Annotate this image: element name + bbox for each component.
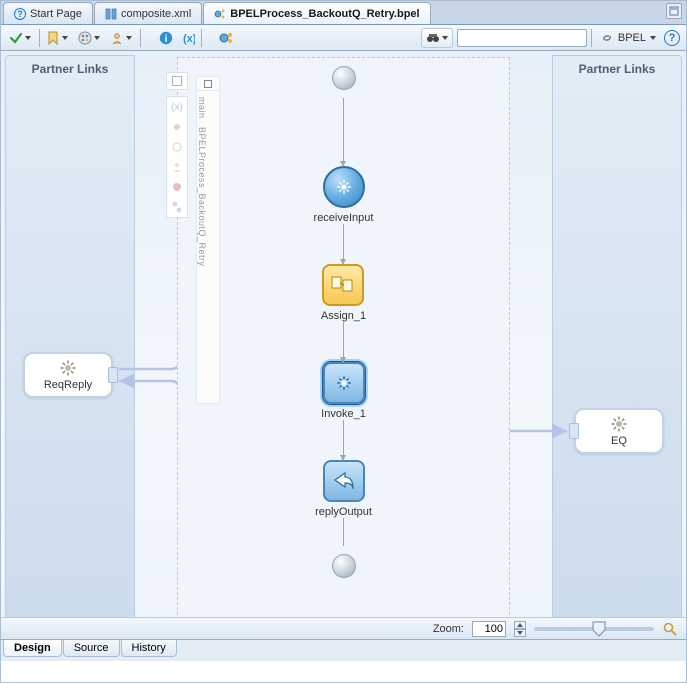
file-tabbar: ? Start Page composite.xml BPELProcess_B… — [1, 1, 686, 25]
user-button[interactable] — [108, 29, 126, 47]
tab-label: History — [132, 642, 166, 654]
zoom-step-down[interactable] — [514, 629, 526, 637]
invoke-icon — [335, 374, 353, 392]
zoom-spinner — [514, 621, 526, 637]
collapse-icon — [172, 76, 182, 86]
monitor-button[interactable] — [218, 29, 236, 47]
activity-label: replyOutput — [315, 506, 372, 518]
toolbar-separator — [201, 29, 202, 47]
tab-label: Design — [14, 642, 51, 654]
connector — [343, 224, 344, 264]
tab-label: BPELProcess_BackoutQ_Retry.bpel — [230, 8, 419, 20]
tab-label: Start Page — [30, 8, 82, 20]
view-tab-history[interactable]: History — [121, 640, 177, 657]
activity-replyoutput[interactable]: replyOutput — [315, 460, 372, 518]
zoom-label: Zoom: — [433, 623, 464, 635]
zoom-step-up[interactable] — [514, 621, 526, 629]
link-icon — [600, 31, 614, 45]
swimlane: main BPELProcess_BackoutQ_Retry — [196, 76, 220, 404]
toolbar-separator — [140, 29, 141, 47]
svg-text:i: i — [165, 34, 168, 45]
connector — [343, 322, 344, 362]
zoom-fit-button[interactable] — [662, 621, 678, 637]
var-icon: (x) — [170, 100, 184, 114]
bpel-version-dropdown[interactable]: BPEL — [596, 31, 660, 45]
end-node[interactable] — [332, 554, 356, 578]
palette-button[interactable] — [76, 29, 94, 47]
tabbar-menu-button[interactable] — [666, 3, 682, 19]
sequence-container[interactable]: (x) main BPELProcess_BackoutQ_Retry — [177, 57, 510, 625]
port-handle[interactable] — [108, 367, 118, 383]
partner-links-right-panel: Partner Links — [552, 55, 682, 635]
panel-title: Partner Links — [6, 56, 134, 76]
event-icon — [170, 140, 184, 154]
tab-startpage[interactable]: ? Start Page — [3, 2, 93, 24]
partnerlink-label: ReqReply — [44, 379, 92, 391]
reply-icon — [331, 470, 357, 492]
collapse-toggle[interactable] — [166, 72, 188, 90]
gear-icon — [610, 415, 628, 433]
zoom-input[interactable] — [472, 621, 506, 637]
activity-label: Assign_1 — [321, 310, 366, 322]
process-scope: (x) main BPELProcess_BackoutQ_Retry — [147, 57, 540, 633]
flow-icon — [170, 200, 184, 214]
gear-icon — [170, 120, 184, 134]
receive-icon — [335, 178, 353, 196]
variables-button[interactable]: (x) — [179, 29, 197, 47]
activity-receiveinput[interactable]: receiveInput — [314, 166, 374, 224]
activity-palette[interactable]: (x) — [166, 96, 188, 218]
swimlane-collapse[interactable] — [197, 77, 219, 91]
connector — [343, 420, 344, 460]
slider-thumb-icon — [592, 621, 606, 637]
svg-text:(x): (x) — [183, 33, 195, 45]
tab-label: composite.xml — [121, 8, 191, 20]
tab-composite[interactable]: composite.xml — [94, 2, 202, 24]
bpel-label: BPEL — [618, 32, 646, 44]
activity-label: receiveInput — [314, 212, 374, 224]
partnerlink-reqreply[interactable]: ReqReply — [23, 352, 113, 398]
binoculars-icon — [426, 31, 440, 45]
zoom-slider[interactable] — [534, 627, 654, 631]
magnifier-icon — [663, 622, 677, 636]
composite-icon — [105, 8, 117, 20]
view-tab-source[interactable]: Source — [63, 640, 120, 657]
tab-label: Source — [74, 642, 109, 654]
validate-button[interactable] — [7, 29, 25, 47]
toolbar-separator — [591, 29, 592, 47]
swimlane-header-label: main — [197, 91, 207, 125]
partner-links-left-panel: Partner Links — [5, 55, 135, 635]
editor-view-tabs: Design Source History — [1, 639, 686, 661]
connector — [343, 518, 344, 546]
main-flow: receiveInput Assign_1 Invoke_1 — [284, 58, 404, 586]
swimlane-process-label: BPELProcess_BackoutQ_Retry — [197, 125, 207, 273]
activity-label: Invoke_1 — [321, 408, 366, 420]
assign-icon — [330, 275, 356, 295]
toolbar: i (x) BPEL ? — [1, 25, 686, 51]
port-handle[interactable] — [569, 423, 579, 439]
bookmark-button[interactable] — [44, 29, 62, 47]
design-canvas[interactable]: Partner Links Partner Links ReqReply EQ — [1, 51, 686, 639]
activity-invoke1[interactable]: Invoke_1 — [321, 362, 366, 420]
user-icon — [170, 160, 184, 174]
gear-icon — [59, 359, 77, 377]
toolbar-separator — [39, 29, 40, 47]
zoom-bar: Zoom: — [1, 617, 686, 639]
help-button[interactable]: ? — [664, 30, 680, 46]
panel-title: Partner Links — [553, 56, 681, 76]
connector — [343, 98, 344, 166]
help-icon: ? — [14, 8, 26, 20]
info-button[interactable]: i — [157, 29, 175, 47]
bpel-file-icon — [214, 8, 226, 20]
search-input[interactable] — [457, 29, 587, 47]
partnerlink-label: EQ — [611, 435, 627, 447]
view-tab-design[interactable]: Design — [3, 640, 62, 657]
activity-assign1[interactable]: Assign_1 — [321, 264, 366, 322]
find-button[interactable] — [421, 28, 453, 48]
alert-icon — [170, 180, 184, 194]
start-node[interactable] — [332, 66, 356, 90]
tab-bpelprocess[interactable]: BPELProcess_BackoutQ_Retry.bpel — [203, 2, 430, 24]
partnerlink-eq[interactable]: EQ — [574, 408, 664, 454]
